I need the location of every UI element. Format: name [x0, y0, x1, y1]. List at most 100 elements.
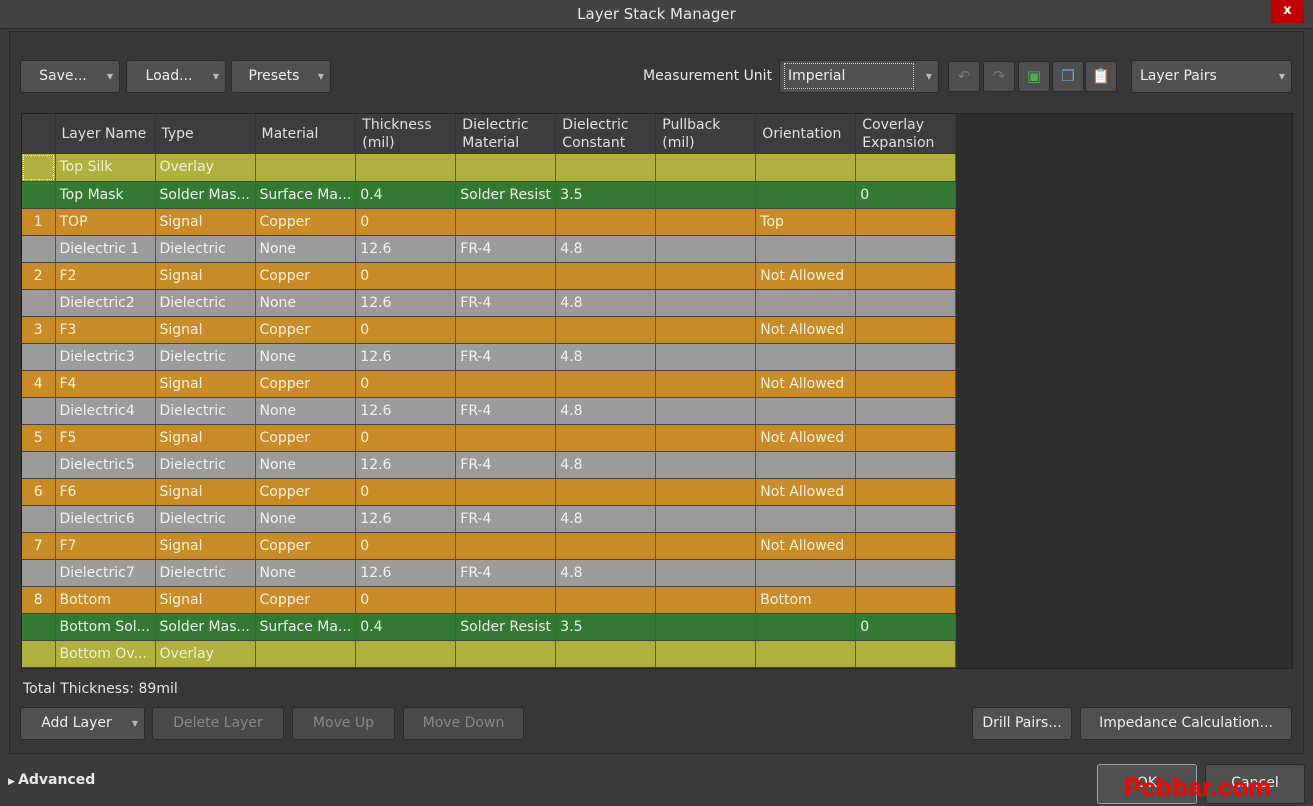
- cell-thickness[interactable]: 12.6: [355, 397, 457, 425]
- cell-type[interactable]: Solder Mas...: [155, 613, 256, 641]
- cell-material[interactable]: Copper: [255, 370, 357, 398]
- table-row[interactable]: 5 F5 Signal Copper 0 Not Allowed: [22, 424, 957, 452]
- table-row[interactable]: 4 F4 Signal Copper 0 Not Allowed: [22, 370, 957, 398]
- cell-thickness[interactable]: 12.6: [355, 343, 457, 371]
- save-button[interactable]: Save... ▼: [20, 60, 120, 93]
- cell-material[interactable]: None: [255, 505, 357, 533]
- table-row[interactable]: 2 F2 Signal Copper 0 Not Allowed: [22, 262, 957, 290]
- cell-coverlay[interactable]: [855, 154, 957, 182]
- presets-button[interactable]: Presets ▼: [231, 60, 331, 93]
- cell-pullback[interactable]: [655, 451, 757, 479]
- column-header[interactable]: Dielectric Material: [455, 114, 557, 154]
- cell-name[interactable]: Dielectric5: [55, 451, 156, 479]
- cell-pullback[interactable]: [655, 370, 757, 398]
- cell-name[interactable]: Top Mask: [55, 181, 156, 209]
- cell-pullback[interactable]: [655, 532, 757, 560]
- cell-orientation[interactable]: [755, 505, 857, 533]
- cell-name[interactable]: Dielectric2: [55, 289, 156, 317]
- column-header[interactable]: Pullback (mil): [655, 114, 757, 154]
- cell-orientation[interactable]: [755, 154, 857, 182]
- cell-pullback[interactable]: [655, 235, 757, 263]
- table-row[interactable]: Bottom Sol... Solder Mas... Surface Ma... 0…: [22, 613, 957, 641]
- impedance-calculation-button[interactable]: Impedance Calculation...: [1080, 707, 1292, 740]
- cell-diel-mat[interactable]: [455, 640, 557, 668]
- cell-material[interactable]: Copper: [255, 262, 357, 290]
- cell-coverlay[interactable]: [855, 586, 957, 614]
- delete-layer-button[interactable]: Delete Layer: [152, 707, 284, 740]
- cell-material[interactable]: [255, 154, 357, 182]
- cell-orientation[interactable]: [755, 451, 857, 479]
- cell-thickness[interactable]: 0: [355, 208, 457, 236]
- cell-num[interactable]: 8: [22, 586, 56, 614]
- cell-type[interactable]: Dielectric: [155, 559, 256, 587]
- advanced-toggle[interactable]: ▶ Advanced: [8, 772, 95, 788]
- cell-diel-mat[interactable]: FR-4: [455, 343, 557, 371]
- cell-diel-mat[interactable]: [455, 478, 557, 506]
- move-down-button[interactable]: Move Down: [403, 707, 524, 740]
- cell-name[interactable]: Dielectric 1: [55, 235, 156, 263]
- redo-icon[interactable]: ↷: [983, 61, 1015, 92]
- cell-num[interactable]: [22, 613, 56, 641]
- cell-orientation[interactable]: Not Allowed: [755, 478, 857, 506]
- undo-icon[interactable]: ↶: [948, 61, 980, 92]
- cell-orientation[interactable]: Top: [755, 208, 857, 236]
- table-row[interactable]: Dielectric7 Dielectric None 12.6 FR-4 4.8: [22, 559, 957, 587]
- cell-thickness[interactable]: 0: [355, 532, 457, 560]
- cell-type[interactable]: Signal: [155, 316, 256, 344]
- cell-type[interactable]: Signal: [155, 586, 256, 614]
- cell-coverlay[interactable]: [855, 559, 957, 587]
- cell-pullback[interactable]: [655, 181, 757, 209]
- cell-orientation[interactable]: [755, 343, 857, 371]
- cell-material[interactable]: None: [255, 235, 357, 263]
- cell-thickness[interactable]: [355, 640, 457, 668]
- cell-num[interactable]: [22, 154, 56, 182]
- cell-diel-const[interactable]: [555, 424, 657, 452]
- cell-coverlay[interactable]: [855, 397, 957, 425]
- cell-num[interactable]: 4: [22, 370, 56, 398]
- cell-thickness[interactable]: 12.6: [355, 505, 457, 533]
- cell-pullback[interactable]: [655, 478, 757, 506]
- cell-material[interactable]: Copper: [255, 208, 357, 236]
- cell-thickness[interactable]: 12.6: [355, 289, 457, 317]
- move-up-button[interactable]: Move Up: [292, 707, 395, 740]
- table-row[interactable]: Dielectric4 Dielectric None 12.6 FR-4 4.8: [22, 397, 957, 425]
- cell-coverlay[interactable]: [855, 316, 957, 344]
- cell-type[interactable]: Overlay: [155, 154, 256, 182]
- cell-orientation[interactable]: Bottom: [755, 586, 857, 614]
- cell-num[interactable]: [22, 235, 56, 263]
- cell-pullback[interactable]: [655, 640, 757, 668]
- cell-diel-const[interactable]: [555, 586, 657, 614]
- cell-num[interactable]: [22, 397, 56, 425]
- cell-diel-const[interactable]: [555, 154, 657, 182]
- cell-coverlay[interactable]: [855, 208, 957, 236]
- cell-diel-const[interactable]: [555, 640, 657, 668]
- close-button[interactable]: x: [1271, 0, 1304, 23]
- cell-diel-mat[interactable]: [455, 154, 557, 182]
- table-row[interactable]: Dielectric3 Dielectric None 12.6 FR-4 4.8: [22, 343, 957, 371]
- cell-orientation[interactable]: Not Allowed: [755, 424, 857, 452]
- cell-num[interactable]: [22, 451, 56, 479]
- cell-name[interactable]: F4: [55, 370, 156, 398]
- cell-orientation[interactable]: [755, 181, 857, 209]
- cell-thickness[interactable]: 0: [355, 262, 457, 290]
- drill-pairs-button[interactable]: Drill Pairs...: [972, 707, 1072, 740]
- table-row[interactable]: Dielectric 1 Dielectric None 12.6 FR-4 4.8: [22, 235, 957, 263]
- cell-thickness[interactable]: 0.4: [355, 181, 457, 209]
- cell-orientation[interactable]: [755, 559, 857, 587]
- cell-diel-const[interactable]: [555, 370, 657, 398]
- cell-orientation[interactable]: Not Allowed: [755, 262, 857, 290]
- cell-type[interactable]: Dielectric: [155, 235, 256, 263]
- cell-diel-mat[interactable]: [455, 208, 557, 236]
- cell-orientation[interactable]: Not Allowed: [755, 532, 857, 560]
- table-row[interactable]: Top Mask Solder Mas... Surface Ma... 0.4 Sol…: [22, 181, 957, 209]
- cell-diel-const[interactable]: [555, 478, 657, 506]
- cell-diel-const[interactable]: [555, 262, 657, 290]
- cell-diel-mat[interactable]: [455, 262, 557, 290]
- cell-pullback[interactable]: [655, 559, 757, 587]
- cell-pullback[interactable]: [655, 613, 757, 641]
- table-row[interactable]: Bottom Ov... Overlay: [22, 640, 957, 668]
- cell-diel-const[interactable]: 4.8: [555, 343, 657, 371]
- cell-diel-mat[interactable]: [455, 370, 557, 398]
- cell-diel-mat[interactable]: FR-4: [455, 397, 557, 425]
- cell-diel-mat[interactable]: [455, 316, 557, 344]
